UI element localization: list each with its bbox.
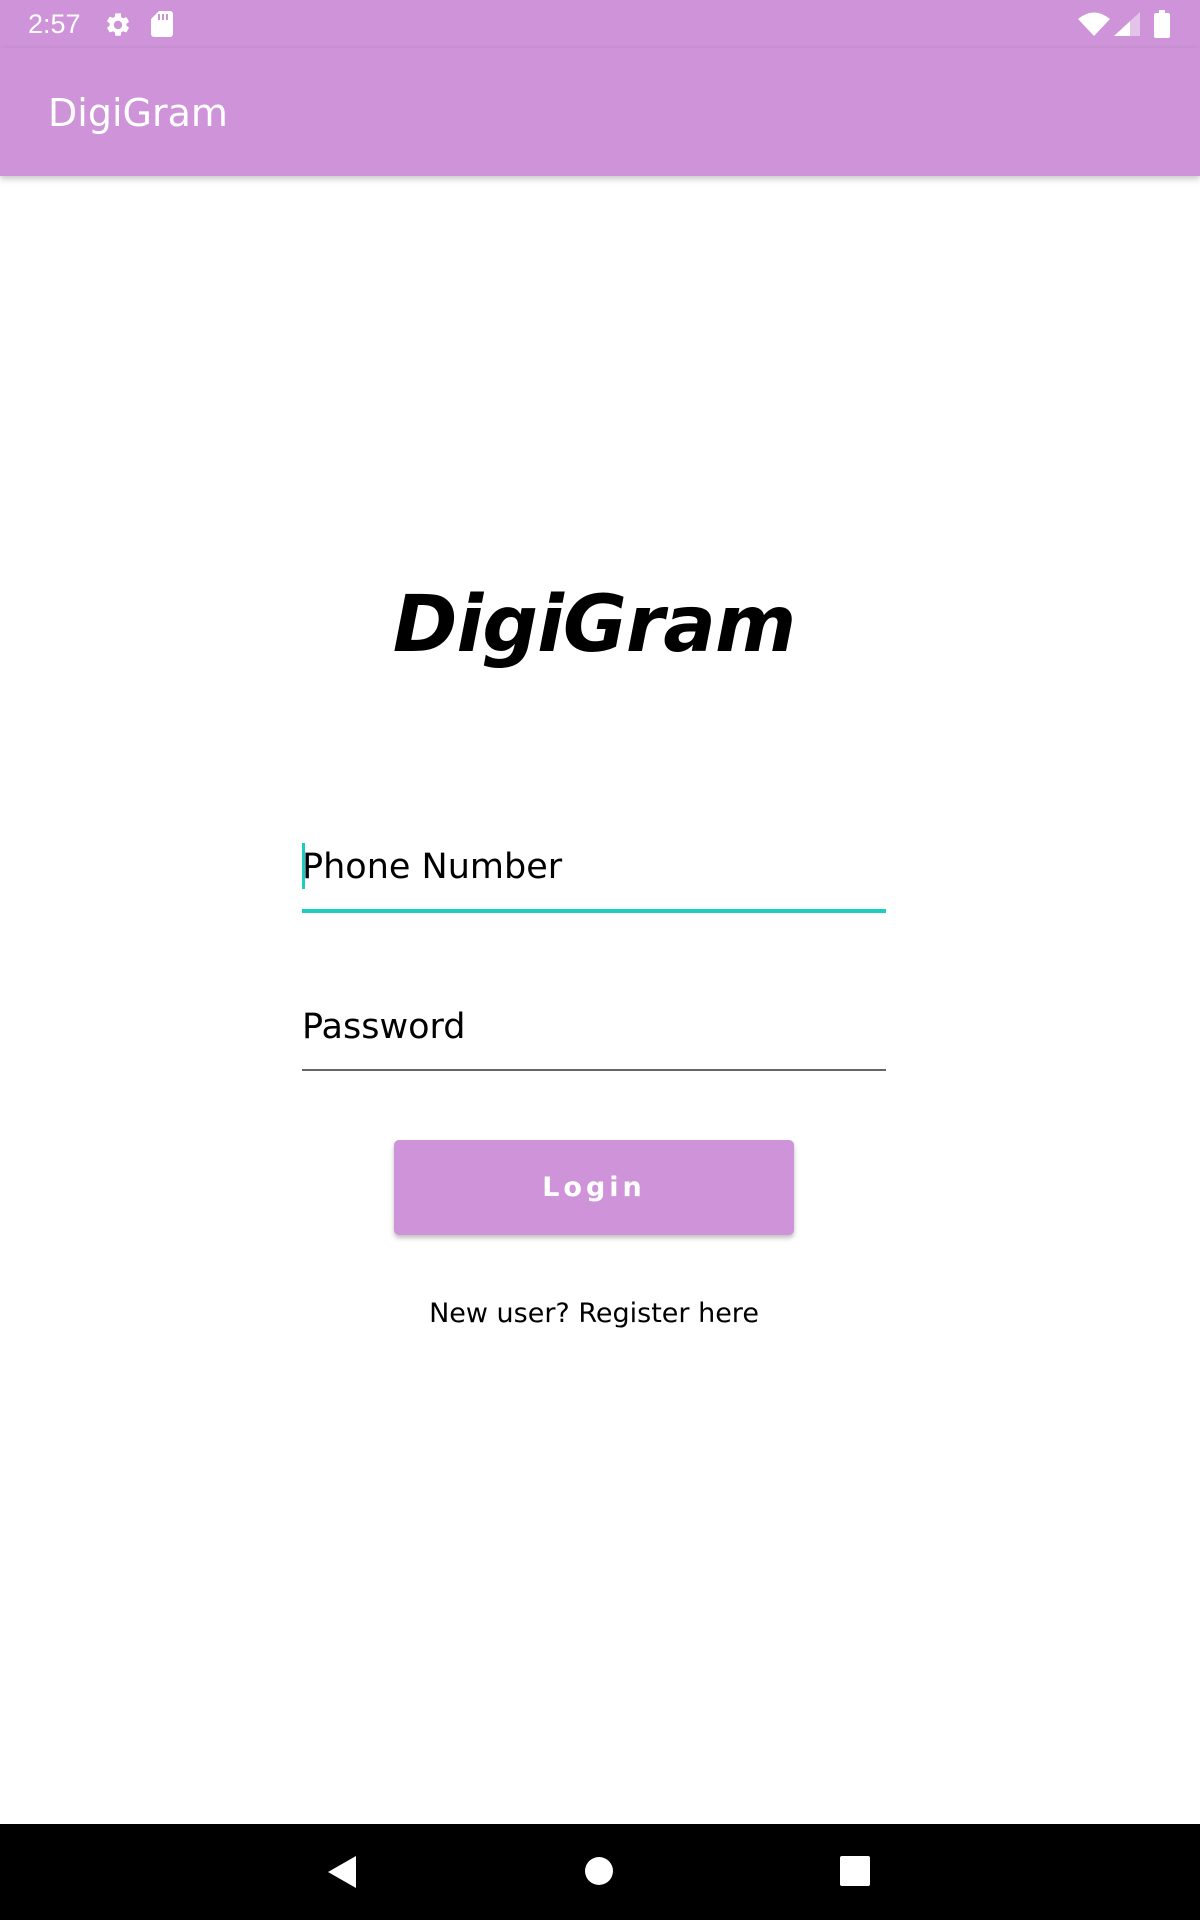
home-icon[interactable] bbox=[584, 1856, 614, 1886]
password-input[interactable] bbox=[302, 997, 886, 1057]
phone-number-underline bbox=[302, 909, 886, 913]
password-underline bbox=[302, 1069, 886, 1071]
app-logo-text: DigiGram bbox=[392, 580, 796, 670]
app-bar: DigiGram bbox=[0, 48, 1200, 176]
phone-number-field[interactable] bbox=[302, 837, 886, 914]
wifi-icon bbox=[1078, 12, 1110, 36]
password-field[interactable] bbox=[302, 997, 886, 1073]
status-bar: 2:57 bbox=[0, 0, 1200, 48]
register-link[interactable]: New user? Register here bbox=[0, 1294, 1188, 1334]
login-button[interactable]: Login bbox=[394, 1140, 794, 1235]
app-bar-title: DigiGram bbox=[48, 91, 228, 135]
navigation-bar bbox=[0, 1824, 1200, 1920]
back-icon[interactable] bbox=[326, 1854, 358, 1890]
recents-icon[interactable] bbox=[840, 1856, 870, 1886]
status-time: 2:57 bbox=[28, 9, 81, 39]
battery-icon bbox=[1154, 10, 1170, 38]
gear-icon bbox=[107, 13, 129, 36]
cell-signal-icon bbox=[1114, 12, 1140, 36]
phone-number-input[interactable] bbox=[302, 837, 886, 897]
text-cursor bbox=[302, 843, 305, 889]
sd-card-icon bbox=[151, 11, 173, 37]
